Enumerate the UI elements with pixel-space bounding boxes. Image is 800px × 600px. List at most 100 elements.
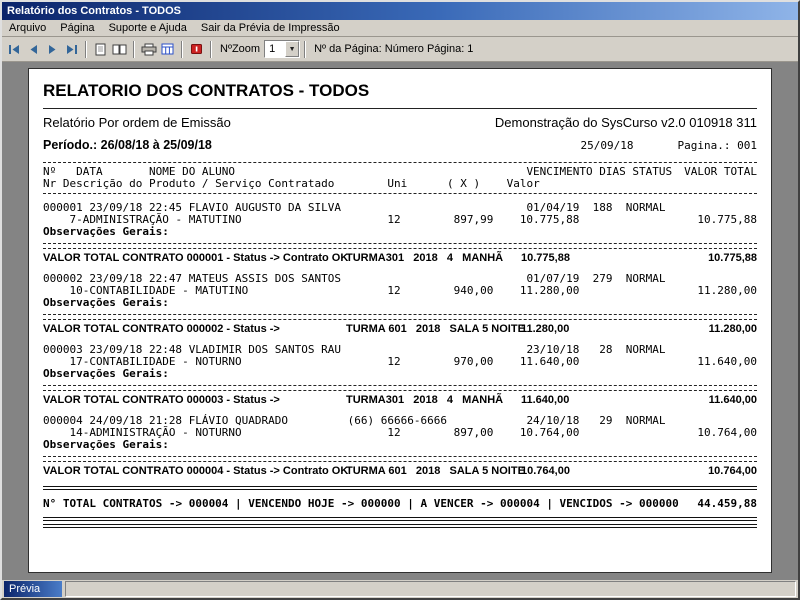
contract-block: 000004 24/09/18 21:28 FLÁVIO QUADRADO (6… bbox=[43, 415, 757, 478]
contract-total-right: 10.764,00 bbox=[708, 465, 757, 478]
previous-page-button[interactable] bbox=[24, 39, 43, 59]
last-page-button[interactable] bbox=[62, 39, 81, 59]
col-desc: Descrição do Produto / Serviço Contratad… bbox=[63, 178, 335, 190]
col-days: DIAS bbox=[599, 166, 626, 178]
next-page-icon bbox=[46, 44, 59, 55]
observations-row: Observações Gerais: bbox=[43, 297, 757, 309]
uni-value: 12 bbox=[387, 214, 400, 226]
valor-value: 897,99 bbox=[454, 214, 494, 226]
contract-total-right: 11.640,00 bbox=[709, 394, 757, 407]
single-page-icon bbox=[95, 43, 106, 56]
toolbar-separator bbox=[181, 41, 183, 58]
period-label: Período.: 26/08/18 à 25/09/18 bbox=[43, 138, 212, 152]
contract-block: 000003 23/09/18 22:48 VLADIMIR DOS SANTO… bbox=[43, 344, 757, 407]
dashed-divider bbox=[43, 243, 757, 249]
printer-icon bbox=[141, 43, 157, 56]
observations-row: Observações Gerais: bbox=[43, 439, 757, 451]
uni-value: 12 bbox=[387, 285, 400, 297]
valor-value: 940,00 bbox=[454, 285, 494, 297]
zoom-value: 1 bbox=[265, 41, 285, 57]
col-status: STATUS bbox=[632, 166, 672, 178]
class-info: TURMA 601 2018 SALA 5 NOITE bbox=[346, 323, 525, 336]
contract-total-value: 11.280,00 bbox=[521, 323, 569, 336]
chevron-down-icon[interactable]: ▼ bbox=[285, 41, 299, 57]
contract-block: 000001 23/09/18 22:45 FLAVIO AUGUSTO DA … bbox=[43, 202, 757, 265]
dashed-divider bbox=[43, 314, 757, 320]
observations-label: Observações Gerais: bbox=[43, 368, 169, 380]
contract-total-value: 10.775,88 bbox=[521, 252, 570, 265]
title-bar[interactable]: Relatório dos Contratos - TODOS bbox=[2, 2, 798, 20]
toolbar: NºZoom 1 ▼ Nº da Página: Número Página: … bbox=[2, 37, 798, 62]
contract-total-row: VALOR TOTAL CONTRATO 000001 - Status -> … bbox=[43, 252, 757, 265]
toolbar-separator bbox=[133, 41, 135, 58]
installment-value: 10.775,88 bbox=[520, 214, 580, 226]
report-date: 25/09/18 bbox=[581, 139, 634, 152]
two-pages-icon bbox=[112, 43, 127, 56]
zoom-select[interactable]: 1 ▼ bbox=[264, 40, 300, 58]
class-info: TURMA301 2018 4 MANHÃ bbox=[346, 394, 503, 407]
status-value: NORMAL bbox=[626, 273, 666, 285]
next-page-button[interactable] bbox=[43, 39, 62, 59]
table-header-row-2: Nr Descrição do Produto / Serviço Contra… bbox=[43, 178, 757, 190]
row-total: 10.764,00 bbox=[697, 427, 757, 439]
menu-item-arquivo[interactable]: Arquivo bbox=[2, 21, 53, 35]
observations-label: Observações Gerais: bbox=[43, 297, 169, 309]
double-rule bbox=[43, 486, 757, 490]
previous-page-icon bbox=[27, 44, 40, 55]
order-label: Relatório Por ordem de Emissão bbox=[43, 115, 231, 130]
dashed-divider bbox=[43, 162, 757, 163]
report-subtitle-row: Relatório Por ordem de Emissão Demonstra… bbox=[43, 115, 757, 130]
report-title: RELATORIO DOS CONTRATOS - TODOS bbox=[43, 81, 757, 101]
double-rule bbox=[43, 517, 757, 521]
menu-item-sair-previa[interactable]: Sair da Prévia de Impressão bbox=[194, 21, 347, 35]
toolbar-separator bbox=[85, 41, 87, 58]
preview-viewport[interactable]: RELATORIO DOS CONTRATOS - TODOS Relatóri… bbox=[2, 62, 798, 580]
app-window: Relatório dos Contratos - TODOS Arquivo … bbox=[0, 0, 800, 600]
menu-bar: Arquivo Página Suporte e Ajuda Sair da P… bbox=[2, 20, 798, 37]
toolbar-separator bbox=[210, 41, 212, 58]
contract-total-right: 11.280,00 bbox=[709, 323, 757, 336]
col-x: ( X ) bbox=[447, 178, 480, 190]
close-preview-icon bbox=[190, 43, 203, 55]
contract-total-label: VALOR TOTAL CONTRATO 000002 - Status -> bbox=[43, 323, 280, 336]
status-panel bbox=[65, 581, 796, 597]
demo-label: Demonstração do SysCurso v2.0 010918 311 bbox=[495, 115, 757, 130]
row-total: 11.640,00 bbox=[697, 356, 757, 368]
period-row: Período.: 26/08/18 à 25/09/18 25/09/18 P… bbox=[43, 138, 757, 152]
dashed-divider bbox=[43, 385, 757, 391]
close-preview-button[interactable] bbox=[187, 39, 206, 59]
status-value: NORMAL bbox=[626, 415, 666, 427]
report-page-number: Pagina.: 001 bbox=[678, 139, 757, 152]
row-total: 11.280,00 bbox=[697, 285, 757, 297]
col-nr: Nr bbox=[43, 178, 56, 190]
class-info: TURMA 601 2018 SALA 5 NOITE bbox=[346, 465, 525, 478]
single-page-button[interactable] bbox=[91, 39, 110, 59]
status-value: NORMAL bbox=[626, 202, 666, 214]
col-valor: Valor bbox=[507, 178, 540, 190]
report-page: RELATORIO DOS CONTRATOS - TODOS Relatóri… bbox=[28, 68, 772, 573]
horizontal-rule bbox=[43, 108, 757, 109]
two-pages-button[interactable] bbox=[110, 39, 129, 59]
observations-row: Observações Gerais: bbox=[43, 226, 757, 238]
uni-value: 12 bbox=[387, 427, 400, 439]
col-total: VALOR TOTAL bbox=[684, 166, 757, 178]
observations-label: Observações Gerais: bbox=[43, 226, 169, 238]
menu-item-pagina[interactable]: Página bbox=[53, 21, 101, 35]
contract-total-right: 10.775,88 bbox=[708, 252, 757, 265]
summary-label: N° TOTAL CONTRATOS -> 000004 | VENCENDO … bbox=[43, 497, 679, 510]
first-page-button[interactable] bbox=[5, 39, 24, 59]
grid-view-button[interactable] bbox=[158, 39, 177, 59]
print-button[interactable] bbox=[139, 39, 158, 59]
days-value: 29 bbox=[593, 415, 613, 427]
dashed-divider bbox=[43, 193, 757, 194]
contract-total-value: 10.764,00 bbox=[521, 465, 570, 478]
days-value: 28 bbox=[593, 344, 613, 356]
status-bar: Prévia bbox=[2, 580, 798, 598]
contract-total-row: VALOR TOTAL CONTRATO 000002 - Status -> … bbox=[43, 323, 757, 336]
valor-value: 897,00 bbox=[454, 427, 494, 439]
zoom-label: NºZoom bbox=[220, 43, 260, 55]
installment-value: 10.764,00 bbox=[520, 427, 580, 439]
summary-total: 44.459,88 bbox=[697, 497, 757, 510]
menu-item-suporte[interactable]: Suporte e Ajuda bbox=[102, 21, 194, 35]
toolbar-separator bbox=[304, 41, 306, 58]
